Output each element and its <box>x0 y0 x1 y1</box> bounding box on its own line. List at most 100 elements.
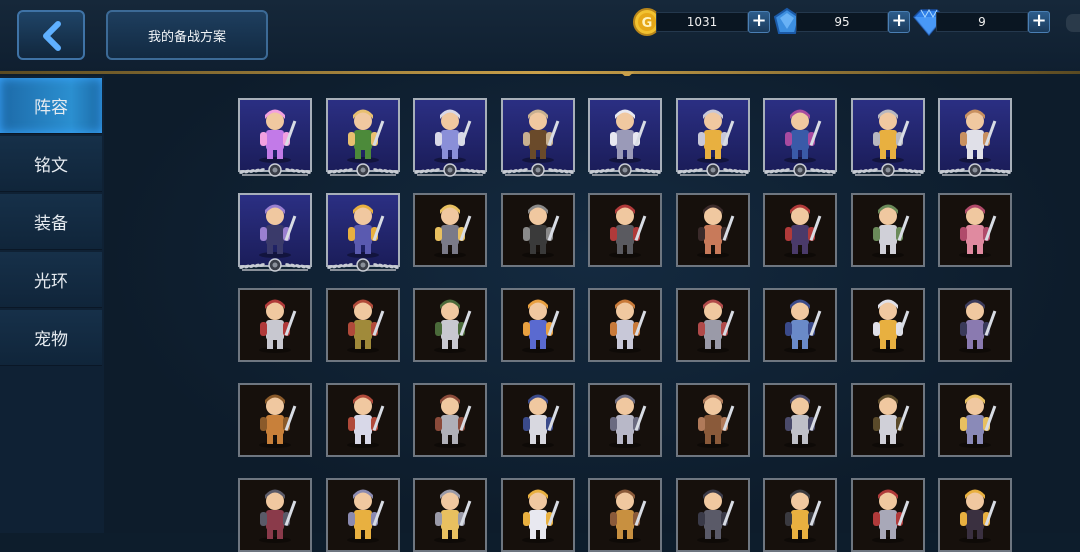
back-button[interactable] <box>17 10 85 60</box>
gold-add-button[interactable]: + <box>748 11 770 33</box>
hero-card[interactable] <box>938 383 1012 457</box>
rank-laurel-icon <box>326 258 399 272</box>
dark-lord-hero-icon <box>959 489 997 543</box>
hero-card[interactable] <box>938 98 1012 177</box>
hero-card[interactable] <box>938 478 1012 552</box>
rank-laurel-icon <box>589 163 661 177</box>
hero-card[interactable] <box>763 478 837 552</box>
winged-succubus-hero-icon <box>784 109 822 163</box>
hero-card[interactable] <box>238 383 312 457</box>
vampire-hero-icon <box>784 204 822 258</box>
tab-equipment[interactable]: 装备 <box>0 194 102 250</box>
blue-hair-fighter-hero-icon <box>521 299 559 353</box>
white-cleric-hero-icon <box>521 489 559 543</box>
battle-plan-label: 我的备战方案 <box>147 29 226 45</box>
hero-card[interactable] <box>763 383 837 457</box>
golden-cavalry-hero-icon <box>871 299 909 353</box>
hero-card[interactable] <box>850 193 925 267</box>
hero-card[interactable] <box>588 478 662 552</box>
hero-card[interactable] <box>675 383 750 457</box>
hero-card[interactable] <box>850 478 925 552</box>
hero-card[interactable] <box>675 98 750 177</box>
horned-warrior-hero-icon <box>434 394 472 448</box>
tab-pet[interactable]: 宠物 <box>0 310 102 366</box>
rank-laurel-icon <box>414 163 486 177</box>
hero-card[interactable] <box>938 193 1012 267</box>
green-ranger-hero-icon <box>346 109 384 163</box>
hero-card[interactable] <box>413 288 487 362</box>
hero-card[interactable] <box>675 193 750 267</box>
iron-golem-hero-icon <box>696 489 734 543</box>
hero-card[interactable] <box>325 288 400 362</box>
hero-card[interactable] <box>850 383 925 457</box>
tab-aura-label: 光环 <box>34 272 68 292</box>
plumed-knight-hero-icon <box>871 489 909 543</box>
diamond-add-button[interactable]: + <box>1028 11 1050 33</box>
crystal-add-button[interactable]: + <box>888 11 910 33</box>
lizard-beast-hero-icon <box>784 299 822 353</box>
battle-plan-button[interactable]: 我的备战方案 <box>106 10 268 60</box>
blond-spearman-hero-icon <box>346 204 384 258</box>
diamond-amount: 9 <box>936 12 1028 32</box>
hero-card[interactable] <box>588 98 662 177</box>
archer-hero-icon <box>696 299 734 353</box>
rank-laurel-icon <box>764 163 836 177</box>
hero-card[interactable] <box>588 193 662 267</box>
heavy-knight-hero-icon <box>871 204 909 258</box>
hero-card[interactable] <box>500 383 575 457</box>
hero-card[interactable] <box>238 193 312 272</box>
white-hair-knight-hero-icon <box>609 109 647 163</box>
hero-card[interactable] <box>325 98 400 177</box>
purple-crystal-hero-icon <box>259 109 297 163</box>
hero-card[interactable] <box>763 193 837 267</box>
hero-card[interactable] <box>500 478 575 552</box>
hero-card[interactable] <box>675 288 750 362</box>
hero-grid <box>104 76 1080 552</box>
tab-aura[interactable]: 光环 <box>0 252 102 308</box>
rank-laurel-icon <box>676 163 749 177</box>
young-swordsman-hero-icon <box>346 489 384 543</box>
hero-card[interactable] <box>238 288 312 362</box>
crimson-knight-hero-icon <box>259 489 297 543</box>
crystal-amount: 95 <box>796 12 888 32</box>
chevron-left-icon <box>43 21 61 51</box>
hero-card[interactable] <box>238 98 312 177</box>
pink-witch-hero-icon <box>959 204 997 258</box>
avatar[interactable] <box>1066 14 1080 32</box>
hero-card[interactable] <box>850 288 925 362</box>
white-beast-hero-icon <box>959 109 997 163</box>
hooded-mage-hero-icon <box>959 299 997 353</box>
tab-inscription[interactable]: 铭文 <box>0 136 102 192</box>
hero-card[interactable] <box>938 288 1012 362</box>
armored-blond-hero-icon <box>434 204 472 258</box>
hero-card[interactable] <box>500 98 575 177</box>
hero-card[interactable] <box>763 288 837 362</box>
hero-card[interactable] <box>413 98 487 177</box>
swordsman-hero-icon <box>521 109 559 163</box>
tab-inscription-label: 铭文 <box>34 156 68 176</box>
golden-helm-hero-icon <box>434 489 472 543</box>
hero-card[interactable] <box>500 193 575 267</box>
winged-harpy-hero-icon <box>609 299 647 353</box>
elder-cavalry-hero-icon <box>521 394 559 448</box>
hero-card[interactable] <box>238 478 312 552</box>
silver-swordsman-hero-icon <box>784 394 822 448</box>
dark-knight-hero-icon <box>259 204 297 258</box>
hero-card[interactable] <box>325 478 400 552</box>
hero-card[interactable] <box>850 98 925 177</box>
hero-card[interactable] <box>675 478 750 552</box>
hero-card[interactable] <box>413 383 487 457</box>
sidebar: 阵容 铭文 装备 光环 宠物 <box>0 76 104 533</box>
hero-card[interactable] <box>588 383 662 457</box>
hero-card[interactable] <box>325 193 400 272</box>
hero-card[interactable] <box>588 288 662 362</box>
hero-card[interactable] <box>413 478 487 552</box>
hero-card[interactable] <box>325 383 400 457</box>
tab-equipment-label: 装备 <box>34 214 68 234</box>
hero-card[interactable] <box>413 193 487 267</box>
tab-lineup[interactable]: 阵容 <box>0 78 102 134</box>
hero-card[interactable] <box>763 98 837 177</box>
gold-amount: 1031 <box>656 12 748 32</box>
hero-card[interactable] <box>500 288 575 362</box>
brawler-hero-icon <box>696 204 734 258</box>
